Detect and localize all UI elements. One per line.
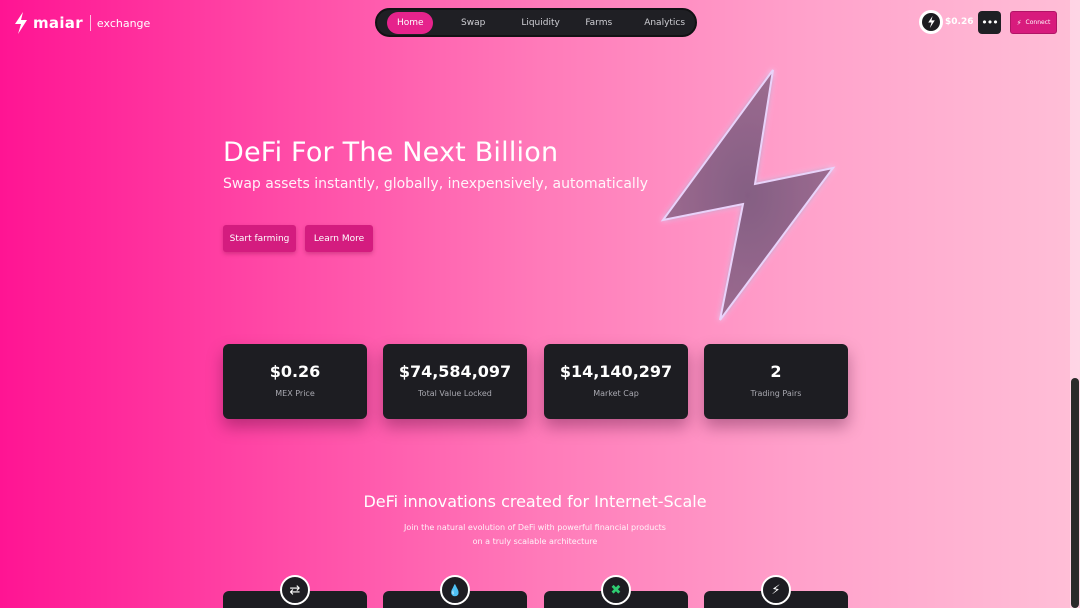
- page-scrollbar[interactable]: [1070, 0, 1080, 608]
- stat-card-mex-price: $0.26 MEX Price: [223, 344, 367, 419]
- section-title: DeFi innovations created for Internet-Sc…: [363, 492, 707, 511]
- water-drop-icon: 💧: [440, 575, 470, 605]
- tools-icon: ✖: [601, 575, 631, 605]
- stat-value: $14,140,297: [559, 361, 673, 381]
- hero-title: DeFi For The Next Billion: [223, 137, 559, 168]
- swap-arrows-icon: ⇄: [280, 575, 310, 605]
- nav-tab-liquidity[interactable]: Liquidity: [511, 12, 569, 34]
- stat-label: Total Value Locked: [418, 388, 492, 398]
- maiar-bolt-icon: [15, 12, 27, 34]
- nav-tab-home[interactable]: Home: [387, 11, 433, 34]
- section-subtitle: Join the natural evolution of DeFi with …: [0, 521, 1070, 549]
- stat-card-tvl: $74,584,097 Total Value Locked: [383, 344, 527, 419]
- hero-bolt-icon: [660, 69, 836, 321]
- mex-price-pill[interactable]: $0.26: [919, 10, 973, 34]
- stat-label: Market Cap: [593, 388, 639, 398]
- start-farming-button[interactable]: Start farming: [223, 225, 296, 252]
- mex-coin-icon: [919, 10, 943, 34]
- main-nav: Home Swap Liquidity Farms Analytics: [375, 8, 697, 37]
- logo[interactable]: maiar exchange: [13, 12, 150, 34]
- section-subtitle-line-1: Join the natural evolution of DeFi with …: [404, 523, 666, 532]
- nav-tab-farms[interactable]: Farms: [575, 12, 622, 34]
- section-subtitle-line-2: on a truly scalable architecture: [472, 537, 598, 546]
- bolt-icon: ⚡: [1016, 18, 1022, 27]
- scrollbar-thumb[interactable]: [1071, 378, 1079, 608]
- learn-more-button[interactable]: Learn More: [305, 225, 373, 252]
- more-options-button[interactable]: •••: [978, 11, 1001, 34]
- stat-card-market-cap: $14,140,297 Market Cap: [544, 344, 688, 419]
- stat-card-trading-pairs: 2 Trading Pairs: [704, 344, 848, 419]
- stat-label: Trading Pairs: [750, 388, 802, 398]
- nav-tab-swap[interactable]: Swap: [451, 12, 495, 34]
- brand-name: maiar: [33, 14, 83, 32]
- bolt-feature-icon: ⚡: [761, 575, 791, 605]
- nav-tab-analytics[interactable]: Analytics: [634, 12, 692, 34]
- stat-value: $0.26: [269, 361, 321, 381]
- logo-divider: [89, 15, 91, 31]
- stat-value: 2: [770, 361, 782, 381]
- hero-subtitle: Swap assets instantly, globally, inexpen…: [223, 176, 648, 192]
- mex-price-value: $0.26: [945, 17, 974, 27]
- connect-label: Connect: [1025, 19, 1051, 26]
- stat-value: $74,584,097: [398, 361, 512, 381]
- connect-button[interactable]: ⚡ Connect: [1010, 11, 1057, 34]
- brand-subtitle: exchange: [96, 16, 151, 30]
- stat-label: MEX Price: [275, 388, 315, 398]
